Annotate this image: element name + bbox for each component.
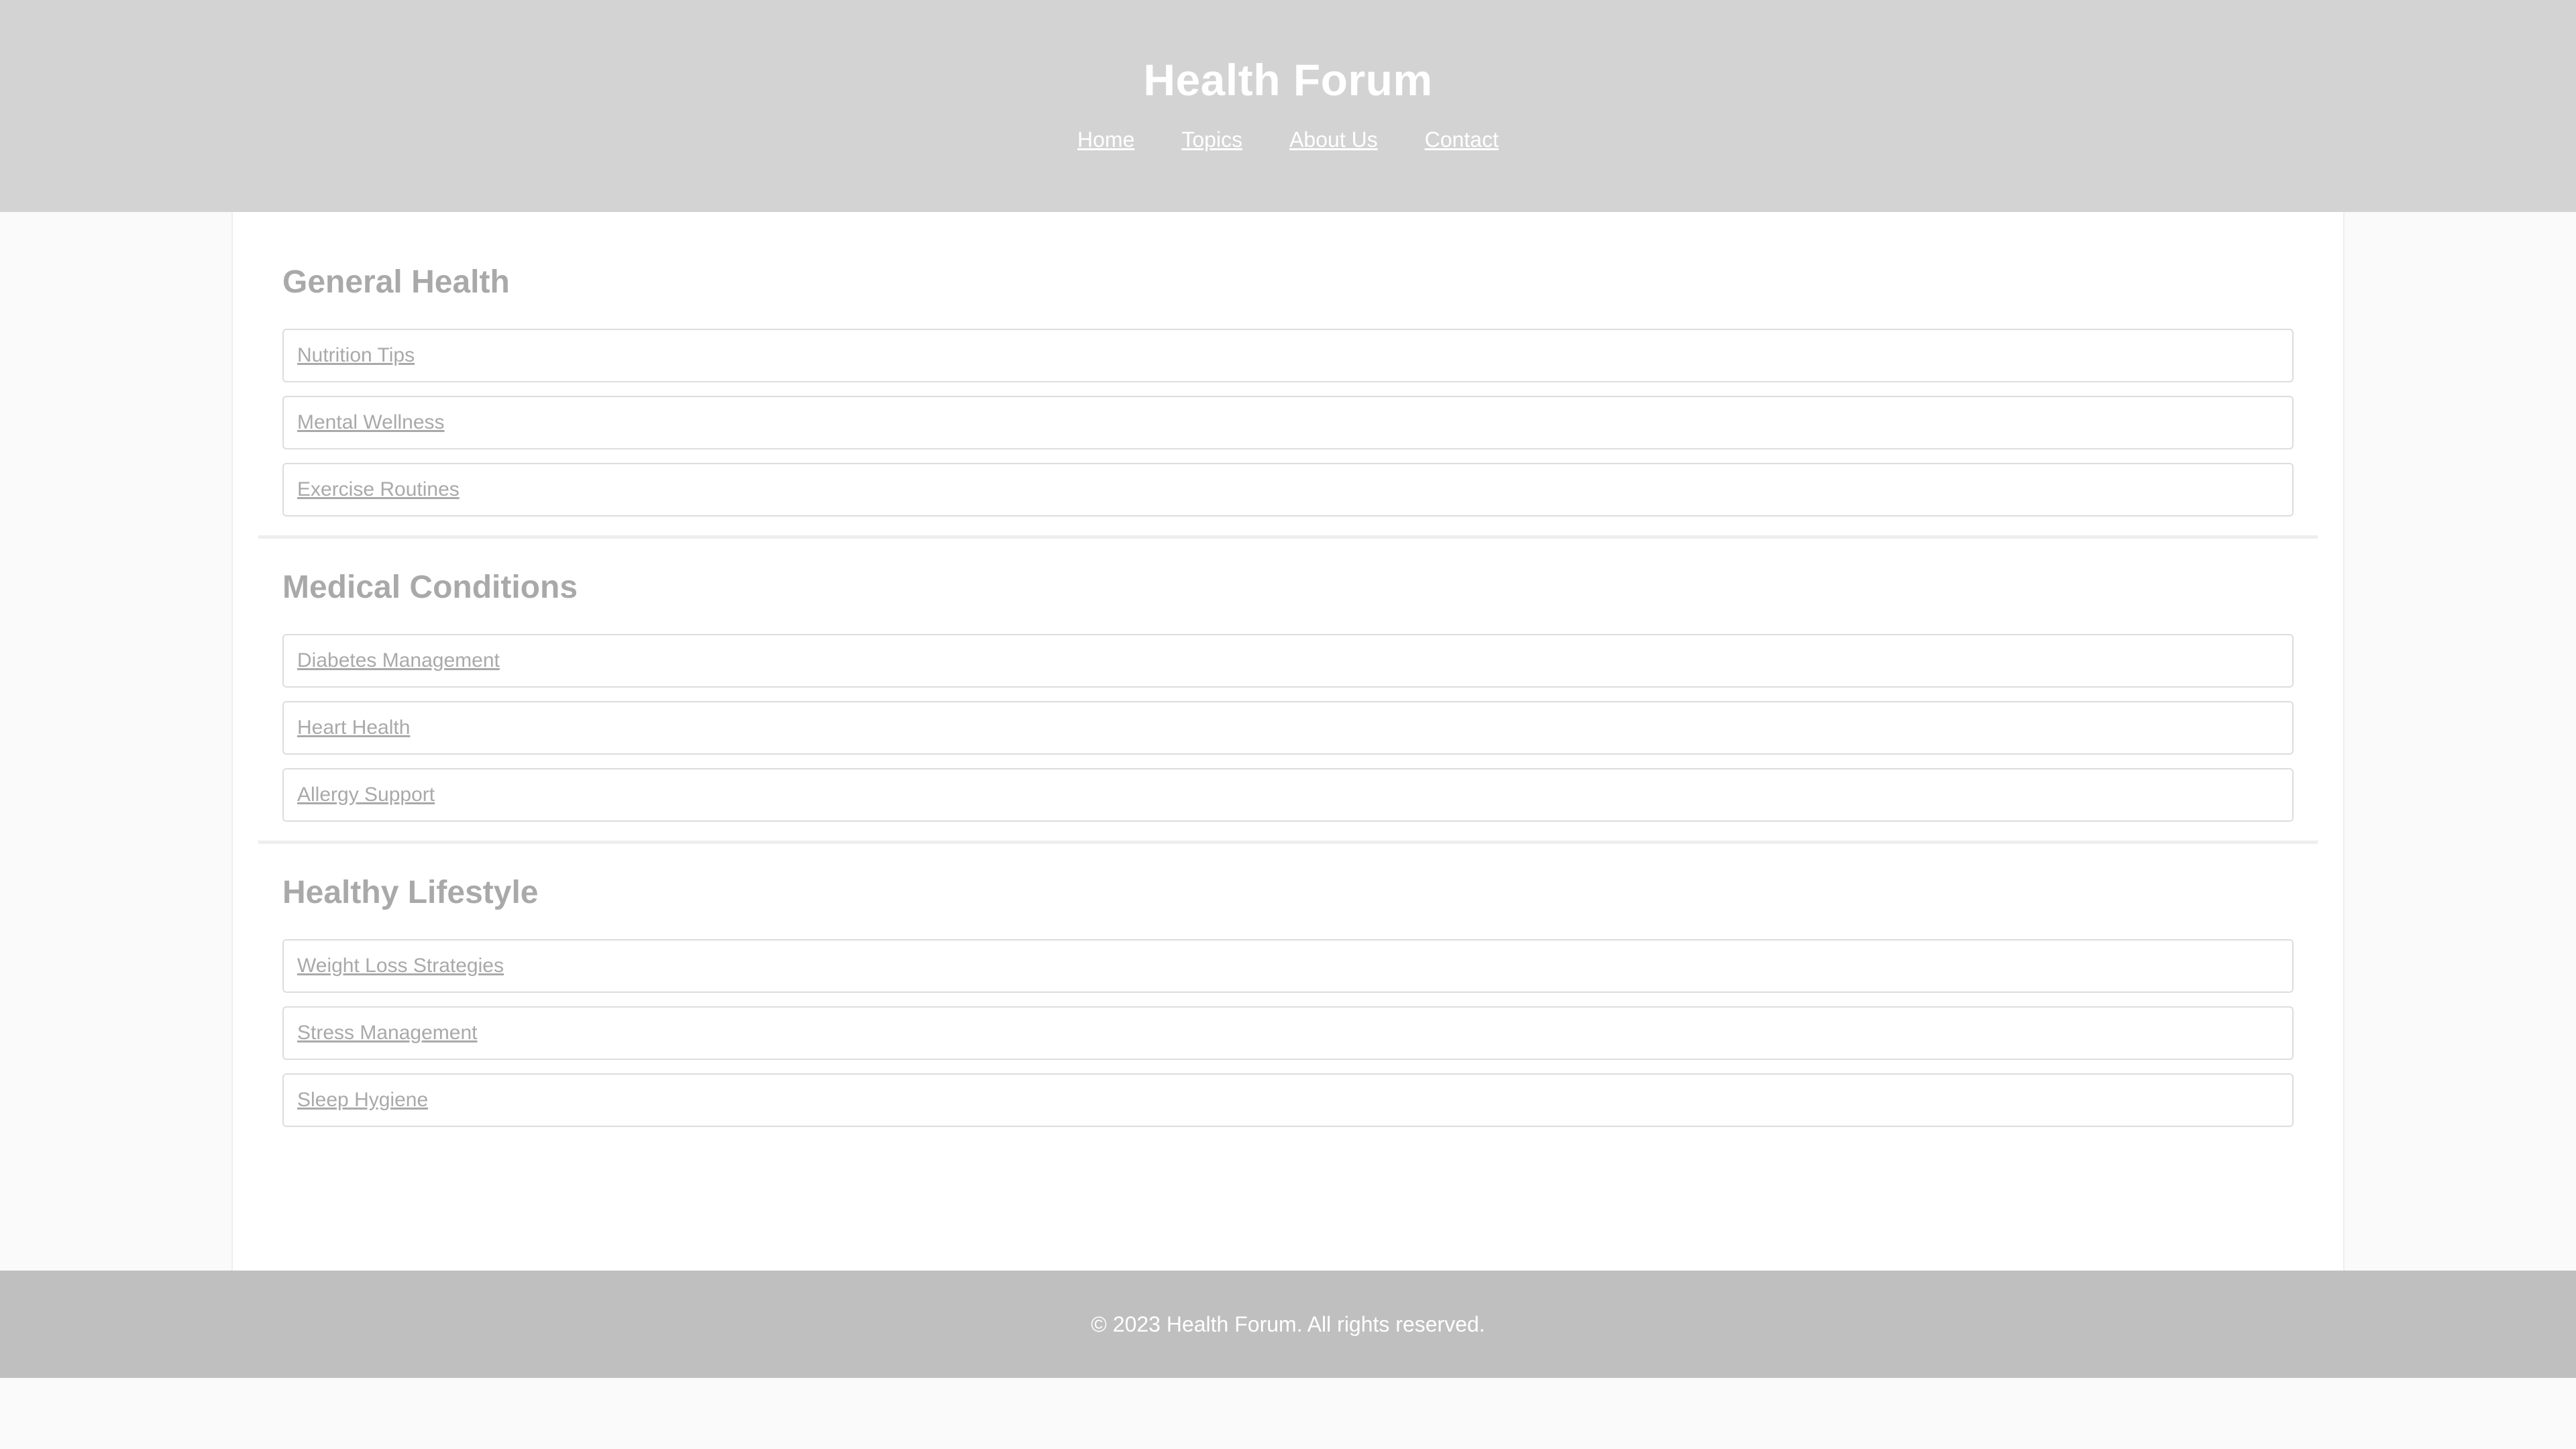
topic-item[interactable]: Exercise Routines xyxy=(282,463,2294,517)
site-title: Health Forum xyxy=(1143,55,1433,105)
main-content: General Health Nutrition Tips Mental Wel… xyxy=(231,212,2345,1271)
nav-link-home[interactable]: Home xyxy=(1077,126,1134,153)
topic-link-diabetes-management[interactable]: Diabetes Management xyxy=(297,649,500,672)
topic-link-mental-wellness[interactable]: Mental Wellness xyxy=(297,411,445,434)
topic-list: Weight Loss Strategies Stress Management… xyxy=(282,939,2294,1127)
topic-link-sleep-hygiene[interactable]: Sleep Hygiene xyxy=(297,1089,428,1112)
section-heading: Healthy Lifestyle xyxy=(282,875,539,910)
section-general-health: General Health Nutrition Tips Mental Wel… xyxy=(258,239,2318,517)
topic-link-heart-health[interactable]: Heart Health xyxy=(297,716,410,739)
main-nav: Home Topics About Us Contact xyxy=(0,126,2576,153)
topic-item[interactable]: Weight Loss Strategies xyxy=(282,939,2294,993)
topic-item[interactable]: Heart Health xyxy=(282,701,2294,755)
topic-link-weight-loss-strategies[interactable]: Weight Loss Strategies xyxy=(297,955,504,977)
section-medical-conditions: Medical Conditions Diabetes Management H… xyxy=(258,539,2318,822)
section-heading: General Health xyxy=(282,264,510,300)
topic-link-stress-management[interactable]: Stress Management xyxy=(297,1022,477,1044)
topic-item[interactable]: Mental Wellness xyxy=(282,396,2294,449)
copyright-text: © 2023 Health Forum. All rights reserved… xyxy=(1091,1311,1485,1336)
topic-list: Nutrition Tips Mental Wellness Exercise … xyxy=(282,329,2294,517)
nav-link-topics[interactable]: Topics xyxy=(1181,126,1242,153)
topic-item[interactable]: Nutrition Tips xyxy=(282,329,2294,382)
topic-link-nutrition-tips[interactable]: Nutrition Tips xyxy=(297,344,415,367)
site-header: Health Forum Home Topics About Us Contac… xyxy=(0,0,2576,212)
nav-link-contact[interactable]: Contact xyxy=(1425,126,1499,153)
topic-item[interactable]: Sleep Hygiene xyxy=(282,1073,2294,1127)
section-healthy-lifestyle: Healthy Lifestyle Weight Loss Strategies… xyxy=(258,844,2318,1127)
topic-list: Diabetes Management Heart Health Allergy… xyxy=(282,634,2294,822)
topic-link-allergy-support[interactable]: Allergy Support xyxy=(297,784,435,806)
topic-item[interactable]: Stress Management xyxy=(282,1006,2294,1060)
topic-item[interactable]: Allergy Support xyxy=(282,768,2294,822)
nav-link-about-us[interactable]: About Us xyxy=(1289,126,1378,153)
topic-item[interactable]: Diabetes Management xyxy=(282,634,2294,688)
section-heading: Medical Conditions xyxy=(282,570,578,605)
site-footer: © 2023 Health Forum. All rights reserved… xyxy=(0,1271,2576,1378)
topic-link-exercise-routines[interactable]: Exercise Routines xyxy=(297,478,460,501)
